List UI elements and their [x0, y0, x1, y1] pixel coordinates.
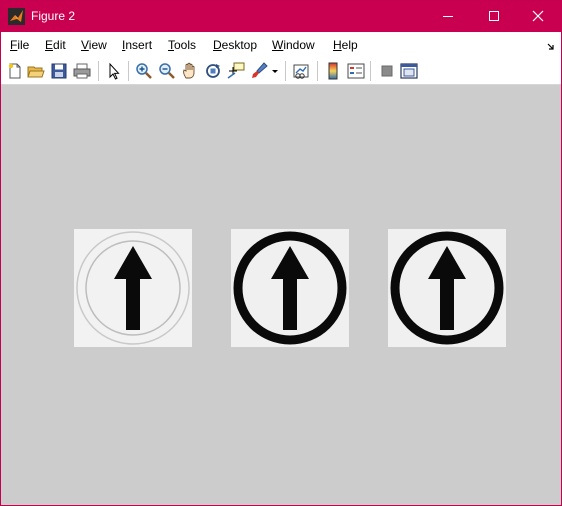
- brush-icon[interactable]: [249, 61, 269, 81]
- open-file-icon[interactable]: [26, 61, 46, 81]
- save-icon[interactable]: [49, 61, 69, 81]
- faint-ring-arrow-image: [74, 229, 192, 347]
- toolbar-separator: [128, 61, 129, 81]
- menu-view-mnemonic: V: [81, 38, 89, 52]
- colorbar-icon[interactable]: [323, 61, 343, 81]
- edit-plot-icon[interactable]: [104, 61, 124, 81]
- minimize-button[interactable]: [425, 1, 471, 32]
- bold-ring-arrow-image-2: [388, 229, 506, 347]
- menu-file-label: ile: [17, 38, 30, 52]
- figure-canvas[interactable]: [1, 86, 561, 505]
- window-title: Figure 2: [31, 9, 76, 23]
- menu-view-label: iew: [88, 38, 107, 52]
- menu-edit-label: dit: [53, 38, 66, 52]
- menu-desktop-mnemonic: D: [213, 38, 222, 52]
- minimize-icon: [443, 16, 453, 17]
- menu-file[interactable]: File: [10, 38, 29, 52]
- menu-insert[interactable]: Insert: [122, 38, 152, 52]
- figure-window: Figure 2 File Edit View Insert Tools Des…: [0, 0, 562, 506]
- menu-edit-mnemonic: E: [45, 38, 54, 52]
- menu-window[interactable]: Window: [272, 38, 315, 52]
- maximize-button[interactable]: [471, 1, 517, 32]
- legend-icon[interactable]: [346, 61, 366, 81]
- rotate-3d-icon[interactable]: [203, 61, 223, 81]
- print-icon[interactable]: [72, 61, 92, 81]
- toolbar-separator: [98, 61, 99, 81]
- zoom-in-icon[interactable]: [134, 61, 154, 81]
- menu-dock-arrow-icon[interactable]: [547, 40, 555, 54]
- close-button[interactable]: [515, 1, 561, 32]
- maximize-icon: [489, 11, 499, 21]
- zoom-out-icon[interactable]: [157, 61, 177, 81]
- new-figure-icon[interactable]: [5, 61, 25, 81]
- menu-tools-label: ools: [174, 38, 197, 52]
- brush-dropdown-icon[interactable]: [269, 61, 281, 81]
- link-plot-icon[interactable]: [291, 61, 311, 81]
- menu-bar: File Edit View Insert Tools Desktop Wind…: [1, 32, 561, 57]
- hide-plot-tools-icon[interactable]: [377, 61, 397, 81]
- show-plot-tools-icon[interactable]: [399, 61, 419, 81]
- menu-edit[interactable]: Edit: [45, 38, 66, 52]
- figure-toolbar: [1, 57, 561, 85]
- toolbar-separator: [285, 61, 286, 81]
- bold-ring-arrow-image-1: [231, 229, 349, 347]
- menu-help[interactable]: Help: [333, 38, 358, 52]
- toolbar-separator: [370, 61, 371, 81]
- menu-help-mnemonic: H: [333, 38, 342, 52]
- menu-help-label: elp: [341, 38, 358, 52]
- pan-icon[interactable]: [180, 61, 200, 81]
- title-bar[interactable]: Figure 2: [1, 1, 561, 32]
- menu-desktop-label: esktop: [221, 38, 258, 52]
- menu-window-label: indow: [283, 38, 315, 52]
- menu-desktop[interactable]: Desktop: [213, 38, 257, 52]
- close-icon: [532, 10, 544, 22]
- toolbar-separator: [317, 61, 318, 81]
- menu-window-mnemonic: W: [272, 38, 284, 52]
- menu-tools[interactable]: Tools: [168, 38, 196, 52]
- menu-insert-label: nsert: [125, 38, 153, 52]
- data-cursor-icon[interactable]: [226, 61, 246, 81]
- menu-view[interactable]: View: [81, 38, 107, 52]
- matlab-logo-icon: [8, 8, 25, 25]
